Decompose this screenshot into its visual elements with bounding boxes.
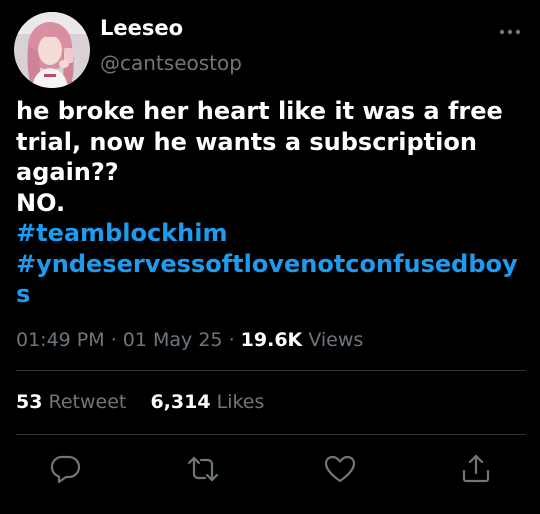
- more-horizontal-icon[interactable]: [497, 24, 523, 38]
- retweet-icon[interactable]: [186, 452, 220, 486]
- retweets-stat[interactable]: 53 Retweet: [16, 391, 132, 413]
- tweet-text-line: NO.: [16, 188, 66, 217]
- meta-separator: ·: [228, 329, 241, 351]
- divider: [16, 370, 526, 371]
- tweet-text: he broke her heart like it was a free tr…: [16, 96, 532, 310]
- likes-count: 6,314: [150, 391, 211, 413]
- tweet-text-line: he broke her heart like it was a free: [16, 97, 503, 125]
- display-name[interactable]: Leeseo: [100, 16, 183, 40]
- retweets-label: Retweet: [48, 391, 127, 413]
- views-count: 19.6K: [240, 329, 303, 351]
- share-icon[interactable]: [459, 452, 493, 486]
- tweet-time[interactable]: 01:49 PM: [16, 329, 105, 351]
- tweet-meta: 01:49 PM · 01 May 25 · 19.6K Views: [16, 329, 363, 351]
- retweets-count: 53: [16, 391, 43, 413]
- likes-stat[interactable]: 6,314 Likes: [150, 391, 264, 413]
- tweet-text-line: again??: [16, 158, 119, 186]
- engagement-stats: 53 Retweet 6,314 Likes: [16, 391, 264, 413]
- hashtag-link[interactable]: #yndeservessoftlovenotconfusedboy: [16, 249, 532, 280]
- views-label: Views: [308, 329, 364, 351]
- divider: [16, 434, 526, 435]
- tweet-text-line: trial, now he wants a subscription: [16, 127, 477, 156]
- avatar[interactable]: [14, 12, 90, 88]
- likes-label: Likes: [216, 391, 265, 413]
- reply-icon[interactable]: [49, 452, 83, 486]
- tweet-date[interactable]: 01 May 25: [123, 329, 223, 351]
- hashtag-link[interactable]: s: [16, 279, 532, 310]
- heart-icon[interactable]: [323, 452, 357, 486]
- meta-separator: ·: [110, 329, 123, 351]
- hashtag-link[interactable]: #teamblockhim: [16, 218, 532, 249]
- user-handle[interactable]: @cantseostop: [100, 51, 242, 75]
